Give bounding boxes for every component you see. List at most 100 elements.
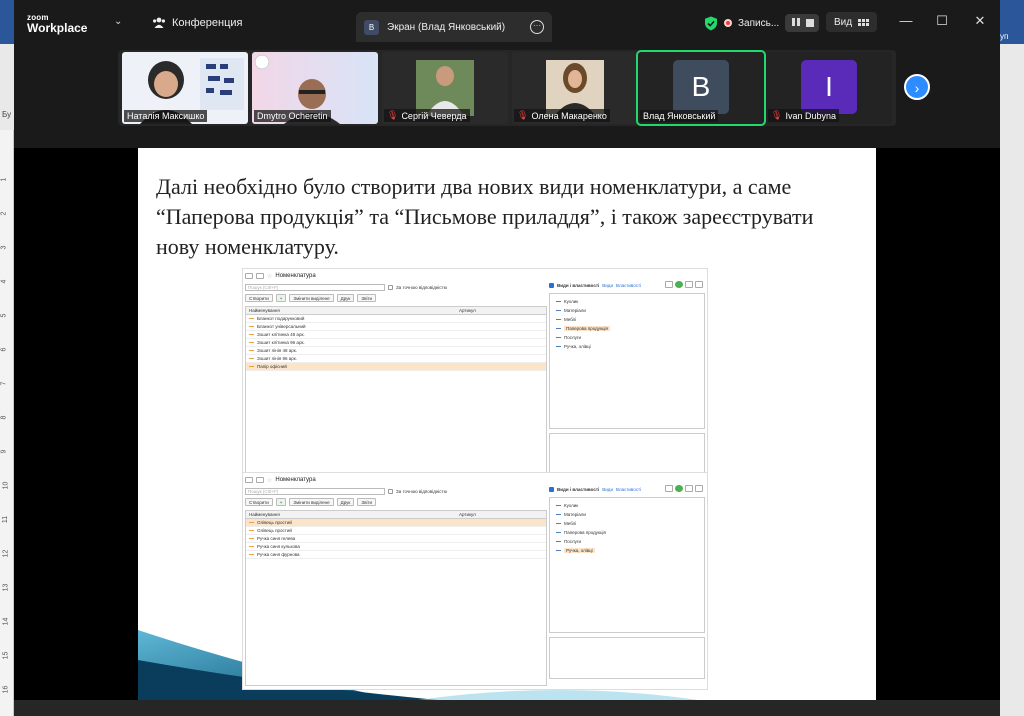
participant-name-tag: 🎙 Ivan Dubyna [768,109,839,122]
shot-right-panel: Види і властивості Види Властивості Кухл… [549,485,705,689]
shot-table-header: Найменування Артикул [246,511,546,519]
shared-screen: Далі необхідно було створити два нових в… [14,148,1000,700]
shot-btn-print: Друк [336,498,355,506]
table-row: Зошит клітинка 96 арк. [246,339,546,347]
checkbox-icon [549,487,554,492]
tree-item: Паперова продукція [550,528,704,537]
participant-tile[interactable]: Dmytro Ocheretin [252,52,378,124]
chevron-right-icon: › [914,80,920,96]
ruler-number: 10 [2,481,10,490]
participant-name: Dmytro Ocheretin [257,111,328,121]
shot-btn-reports: Звіти [357,498,377,506]
tree-item-label: Меблі [564,317,577,322]
table-row: Зошит лінія 48 арк. [246,347,546,355]
table-row: Олівець простий [246,519,546,527]
row-name: Зошит клітинка 96 арк. [257,340,305,345]
tree-item: Меблі [550,519,704,528]
panel-link: Види [602,283,613,288]
tree-item-label: Послуги [564,539,582,544]
table-row: Папір офісний [246,363,546,371]
participant-tile[interactable]: Наталія Максишко [122,52,248,124]
folder-icon [556,522,561,525]
row-name: Ручка синя кулькова [257,544,300,549]
shot-header: ☆ Номенклатура [245,271,316,281]
next-participants-button[interactable]: › [904,74,930,100]
item-icon [249,521,254,524]
item-icon [249,325,254,328]
panel-head-title: Види і властивості [557,487,600,492]
shot-btn-change: Змінити видiлене [289,498,334,506]
shot-toolbar: Пошук (Ctrl+F) За точною відповідністю [245,487,545,495]
ruler-number: 2 [0,211,8,216]
zoom-logo: zoom Workplace [27,12,87,34]
participant-tile-active[interactable]: В Влад Янковський [636,50,766,126]
view-button[interactable]: Вид [826,12,878,32]
tree-item-label: Меблі [564,521,577,526]
close-button[interactable]: ✕ [970,13,990,29]
pause-recording-button[interactable] [791,17,801,29]
forward-icon [256,273,264,279]
conference-button[interactable]: Конференция [152,16,242,30]
chevron-down-icon[interactable]: ⌄ [114,16,122,27]
shield-icon[interactable] [704,16,718,31]
participant-tile[interactable]: 🎙 Олена Макаренко [512,52,638,124]
tree-item: Меблі [550,315,704,324]
recording-indicator: Запись... [704,14,820,32]
tree-item: Ручка, олівці [550,546,704,555]
participants-strip: Наталія Максишко Dmytro Ocheretin 🎙 Серг… [14,48,1000,130]
shot-table: Найменування Артикул Олівець простий Олів… [245,510,547,686]
shot-exact-label: За точною відповідністю [396,284,447,290]
shot-table-header: Найменування Артикул [246,307,546,315]
participant-name-tag: Наталія Максишко [124,110,208,122]
item-icon [249,529,254,532]
participant-name-tag: Dmytro Ocheretin [254,110,331,122]
shot-tree: Кухлик Матеріали Меблі Паперова продукція По… [549,293,705,429]
shot-btn-create: Створити [245,294,273,302]
item-icon [249,537,254,540]
col-name: Найменування [249,512,280,517]
ruler-number: 16 [2,685,10,694]
shot-title: Номенклатура [275,273,316,279]
folder-icon [556,345,561,348]
stop-recording-button[interactable] [805,19,814,27]
row-name: Зошит лінія 96 арк. [257,356,297,361]
screenshot-nomenclature-1: ☆ Номенклатура Пошук (Ctrl+F) За точною … [242,268,708,478]
shot-btn-create: Створити [245,498,273,506]
participant-tile[interactable]: I 🎙 Ivan Dubyna [766,52,892,124]
more-options-icon[interactable]: ··· [530,20,544,34]
screen-tab-label: Экран (Влад Янковський) [387,21,506,33]
word-side-label: Бу [2,110,12,119]
ruler-number: 5 [0,313,8,318]
participant-name-tag: Влад Янковський [640,110,719,122]
tree-item-label: Послуги [564,335,582,340]
ruler-number: 6 [0,347,8,352]
table-row: Ручка синя гелева [246,535,546,543]
table-row: Олівець простий [246,527,546,535]
panel-buttons [665,281,703,288]
shot-exact-label: За точною відповідністю [396,488,447,494]
ruler-number: 9 [0,449,8,454]
shot-table: Найменування Артикул Бланкот подарункови… [245,306,547,476]
screenshot-nomenclature-2: ☆ Номенклатура Пошук (Ctrl+F) За точною … [242,472,708,690]
conference-label: Конференция [172,17,243,29]
tree-item-label: Кухлик [564,299,579,304]
shot-btn-icon: + [275,294,287,302]
panel-head-title: Види і властивості [557,283,600,288]
minimize-button[interactable]: — [896,13,916,28]
checkbox-icon [549,283,554,288]
item-icon [249,333,254,336]
folder-icon [556,327,561,330]
shot-buttons: Створити + Змінити видiлене Друк Звіти [245,498,545,507]
panel-link: Види [602,487,613,492]
participant-tile[interactable]: 🎙 Сергій Чеверда [382,52,508,124]
checkbox-icon [388,284,393,290]
tree-item: Матеріали [550,510,704,519]
desktop: уп Бу 1 2 3 4 5 6 7 8 9 10 11 12 13 14 15 16 zoom Workp… [0,0,1024,716]
tree-item-label: Ручка, олівці [564,344,591,349]
word-share-tab[interactable]: уп [998,30,1024,44]
screen-share-tab[interactable]: В Экран (Влад Янковський) ··· [356,12,552,42]
folder-icon [556,309,561,312]
slide-text: Далі необхідно було створити два нових в… [156,174,814,259]
col-article: Артикул [459,308,476,313]
maximize-button[interactable]: ☐ [932,13,952,29]
